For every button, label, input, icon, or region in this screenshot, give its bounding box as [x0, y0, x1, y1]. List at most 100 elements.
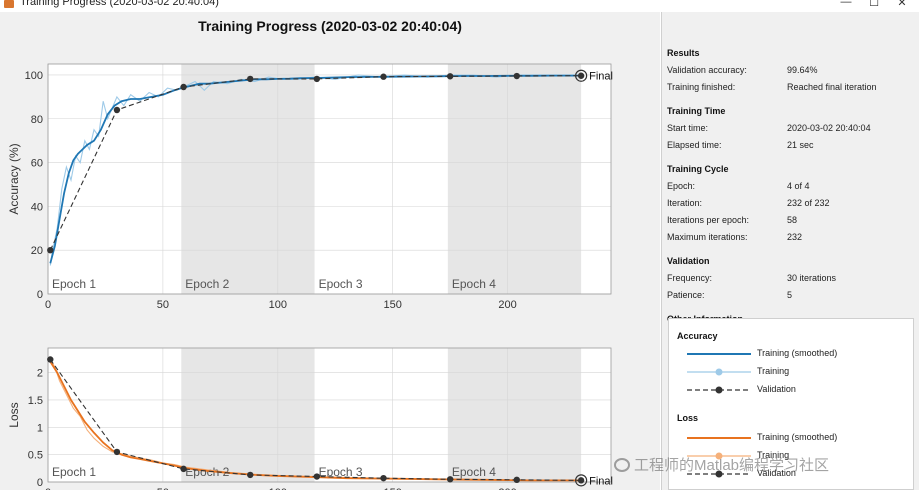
epoch-shade — [181, 348, 315, 482]
legend-item-label: Training (smoothed) — [757, 432, 838, 442]
legend-item: Training (smoothed) — [679, 431, 909, 445]
validation-point — [577, 477, 585, 484]
info-row: Iteration: 232 of 232 — [667, 195, 917, 212]
info-key: Iterations per epoch: — [667, 215, 750, 225]
x-tick-label: 50 — [157, 299, 169, 311]
info-key: Iteration: — [667, 198, 703, 208]
y-tick-label: 80 — [31, 114, 43, 126]
validation-point — [380, 73, 387, 80]
validation-point — [446, 476, 454, 483]
watermark-text: 工程师的Matlab编程学习社区 — [634, 457, 830, 474]
validation-point — [113, 106, 121, 114]
validation-point — [577, 72, 585, 79]
legend-swatch — [687, 353, 751, 355]
x-tick-label: 150 — [384, 299, 402, 311]
y-tick-label: 2 — [37, 368, 43, 380]
info-row: Elapsed time: 21 sec — [667, 137, 917, 154]
legend-item: Training — [679, 365, 909, 379]
y-tick-label: 0 — [37, 477, 43, 489]
plot-area: Training Progress (2020-03-02 20:40:04) … — [0, 12, 660, 490]
legend-item-label: Training (smoothed) — [757, 348, 838, 358]
validation-point — [513, 476, 520, 484]
epoch-label: Epoch 1 — [52, 465, 96, 479]
validation-point — [180, 465, 187, 473]
final-label: Final — [589, 475, 613, 487]
epoch-label: Epoch 4 — [452, 277, 496, 291]
epoch-label: Epoch 2 — [185, 277, 229, 291]
info-section-title: Training Cycle — [667, 164, 729, 174]
info-value: 232 of 232 — [787, 198, 830, 208]
info-value: 99.64% — [787, 65, 818, 75]
validation-point — [513, 72, 520, 80]
info-value: 58 — [787, 215, 798, 225]
validation-point — [113, 448, 121, 456]
x-tick-label: 0 — [45, 299, 51, 311]
info-key: Start time: — [667, 123, 709, 133]
y-axis-label: Accuracy (%) — [7, 143, 21, 214]
validation-point — [47, 246, 54, 254]
validation-point — [380, 474, 387, 482]
info-value: 21 sec — [787, 140, 814, 150]
info-value: Reached final iteration — [787, 82, 877, 92]
info-value: 30 iterations — [787, 273, 837, 283]
maximize-button[interactable]: ☐ — [864, 0, 884, 9]
y-tick-label: 60 — [31, 158, 43, 170]
accuracy-chart: Epoch 1 Epoch 2 Epoch 3 Epoch 4 0 20 40 60 80 100… — [7, 63, 613, 311]
legend-accuracy-title: Accuracy — [677, 331, 718, 341]
info-value: 4 of 4 — [787, 181, 810, 191]
y-tick-label: 1 — [37, 422, 43, 434]
info-value: 2020-03-02 20:40:04 — [787, 123, 871, 133]
info-row: Start time: 2020-03-02 20:40:04 — [667, 120, 917, 137]
x-tick-label: 200 — [498, 299, 516, 311]
info-value: 232 — [787, 232, 803, 242]
info-key: Validation accuracy: — [667, 65, 747, 75]
legend-item: Validation — [679, 383, 909, 397]
legend-swatch — [687, 437, 751, 439]
info-key: Frequency: — [667, 273, 713, 283]
loss-chart: Epoch 1Epoch 2Epoch 3Epoch 400.511.52050… — [7, 347, 613, 490]
epoch-shade — [447, 348, 582, 482]
y-tick-label: 1.5 — [28, 395, 43, 407]
info-key: Maximum iterations: — [667, 232, 748, 242]
legend-item: Training (smoothed) — [679, 347, 909, 361]
validation-point — [47, 356, 54, 363]
window-title: Training Progress (2020-03-02 20:40:04) — [20, 0, 219, 8]
legend-swatch — [687, 386, 751, 394]
info-key: Epoch: — [667, 181, 696, 191]
y-tick-label: 40 — [31, 201, 43, 213]
epoch-shade — [447, 64, 582, 294]
info-section-title: Training Time — [667, 106, 726, 116]
info-key: Elapsed time: — [667, 140, 722, 150]
validation-point — [247, 471, 254, 479]
x-tick-label: 100 — [269, 299, 287, 311]
validation-point — [313, 75, 321, 83]
info-row: Frequency: 30 iterations — [667, 270, 917, 287]
validation-point — [446, 73, 454, 80]
y-tick-label: 20 — [31, 245, 43, 257]
window-titlebar: Training Progress (2020-03-02 20:40:04) … — [0, 0, 919, 12]
info-section-title: Results — [667, 48, 700, 58]
wechat-icon — [614, 458, 630, 472]
epoch-label: Epoch 1 — [52, 277, 96, 291]
validation-point — [313, 473, 321, 480]
close-button[interactable]: ✕ — [892, 0, 912, 9]
matlab-app-icon — [4, 0, 14, 8]
legend-item-label: Validation — [757, 384, 796, 394]
final-label: Final — [589, 71, 613, 83]
epoch-label: Epoch 3 — [319, 277, 363, 291]
training-info: Results Validation accuracy: 99.64% Trainin… — [667, 38, 917, 324]
info-row: Validation accuracy: 99.64% — [667, 62, 917, 79]
info-section-title: Validation — [667, 256, 710, 266]
info-value: 5 — [787, 290, 793, 300]
epoch-label: Epoch 4 — [452, 465, 496, 479]
validation-point — [180, 83, 187, 91]
info-row: Patience: 5 — [667, 287, 917, 304]
minimize-button[interactable]: — — [836, 0, 856, 8]
info-key: Patience: — [667, 290, 705, 300]
y-axis-label: Loss — [7, 402, 21, 427]
info-row: Maximum iterations: 232 — [667, 229, 917, 246]
y-tick-label: 100 — [25, 70, 43, 82]
y-tick-label: 0 — [37, 289, 43, 301]
info-row: Epoch: 4 of 4 — [667, 178, 917, 195]
watermark: 工程师的Matlab编程学习社区 — [614, 454, 914, 474]
